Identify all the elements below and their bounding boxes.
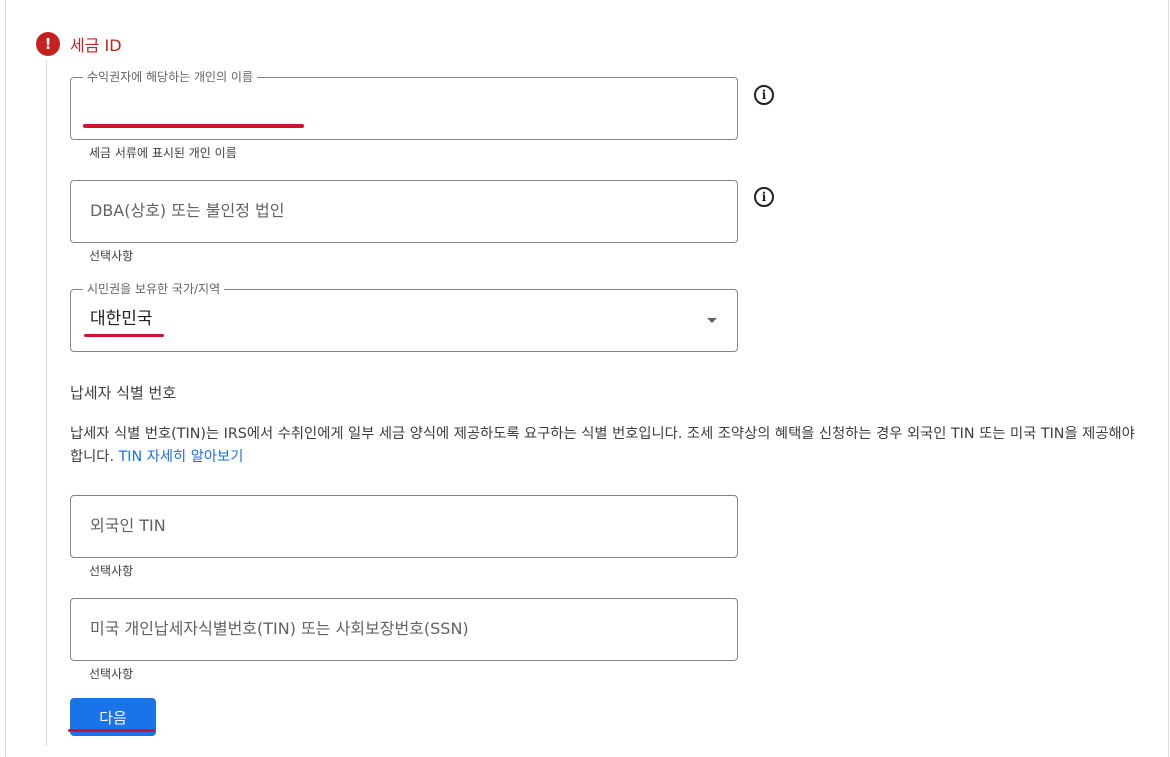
tin-learn-more-link[interactable]: TIN 자세히 알아보기 <box>119 449 244 465</box>
citizenship-select[interactable]: 시민권을 보유한 국가/지역 대한민국 <box>70 281 738 352</box>
us-tin-ssn-placeholder: 미국 개인납세자식별번호(TIN) 또는 사회보장번호(SSN) <box>90 619 469 638</box>
dropdown-arrow-icon[interactable] <box>707 318 717 323</box>
us-tin-ssn-helper: 선택사항 <box>89 667 134 681</box>
citizenship-value: 대한민국 <box>90 309 153 329</box>
foreign-tin-helper: 선택사항 <box>89 564 134 578</box>
selected-value-underline <box>84 334 164 337</box>
tin-description: 납세자 식별 번호(TIN)는 IRS에서 수취인에게 일부 세금 양식에 제공… <box>70 423 1145 469</box>
foreign-tin-placeholder: 외국인 TIN <box>90 516 166 535</box>
us-tin-ssn-field[interactable]: 미국 개인납세자식별번호(TIN) 또는 사회보장번호(SSN) <box>70 598 738 661</box>
section-title: 세금 ID <box>70 36 122 55</box>
error-icon: ! <box>36 32 60 56</box>
dba-placeholder: DBA(상호) 또는 불인정 법인 <box>90 201 285 220</box>
citizenship-label: 시민권을 보유한 국가/지역 <box>83 281 225 297</box>
redaction-underline <box>83 124 304 128</box>
next-button-underline <box>68 729 155 732</box>
dba-helper: 선택사항 <box>89 249 134 263</box>
beneficiary-name-helper: 세금 서류에 표시된 개인 이름 <box>89 146 237 160</box>
info-icon[interactable]: i <box>754 85 774 105</box>
section-guide-line <box>46 60 47 746</box>
beneficiary-name-label: 수익권자에 해당하는 개인의 이름 <box>83 69 258 85</box>
dba-field[interactable]: DBA(상호) 또는 불인정 법인 <box>70 180 738 243</box>
info-icon[interactable]: i <box>754 187 774 207</box>
tin-heading: 납세자 식별 번호 <box>70 384 177 402</box>
foreign-tin-field[interactable]: 외국인 TIN <box>70 495 738 558</box>
beneficiary-name-field[interactable]: 수익권자에 해당하는 개인의 이름 <box>70 69 738 140</box>
section-header: ! 세금 ID <box>36 32 122 56</box>
